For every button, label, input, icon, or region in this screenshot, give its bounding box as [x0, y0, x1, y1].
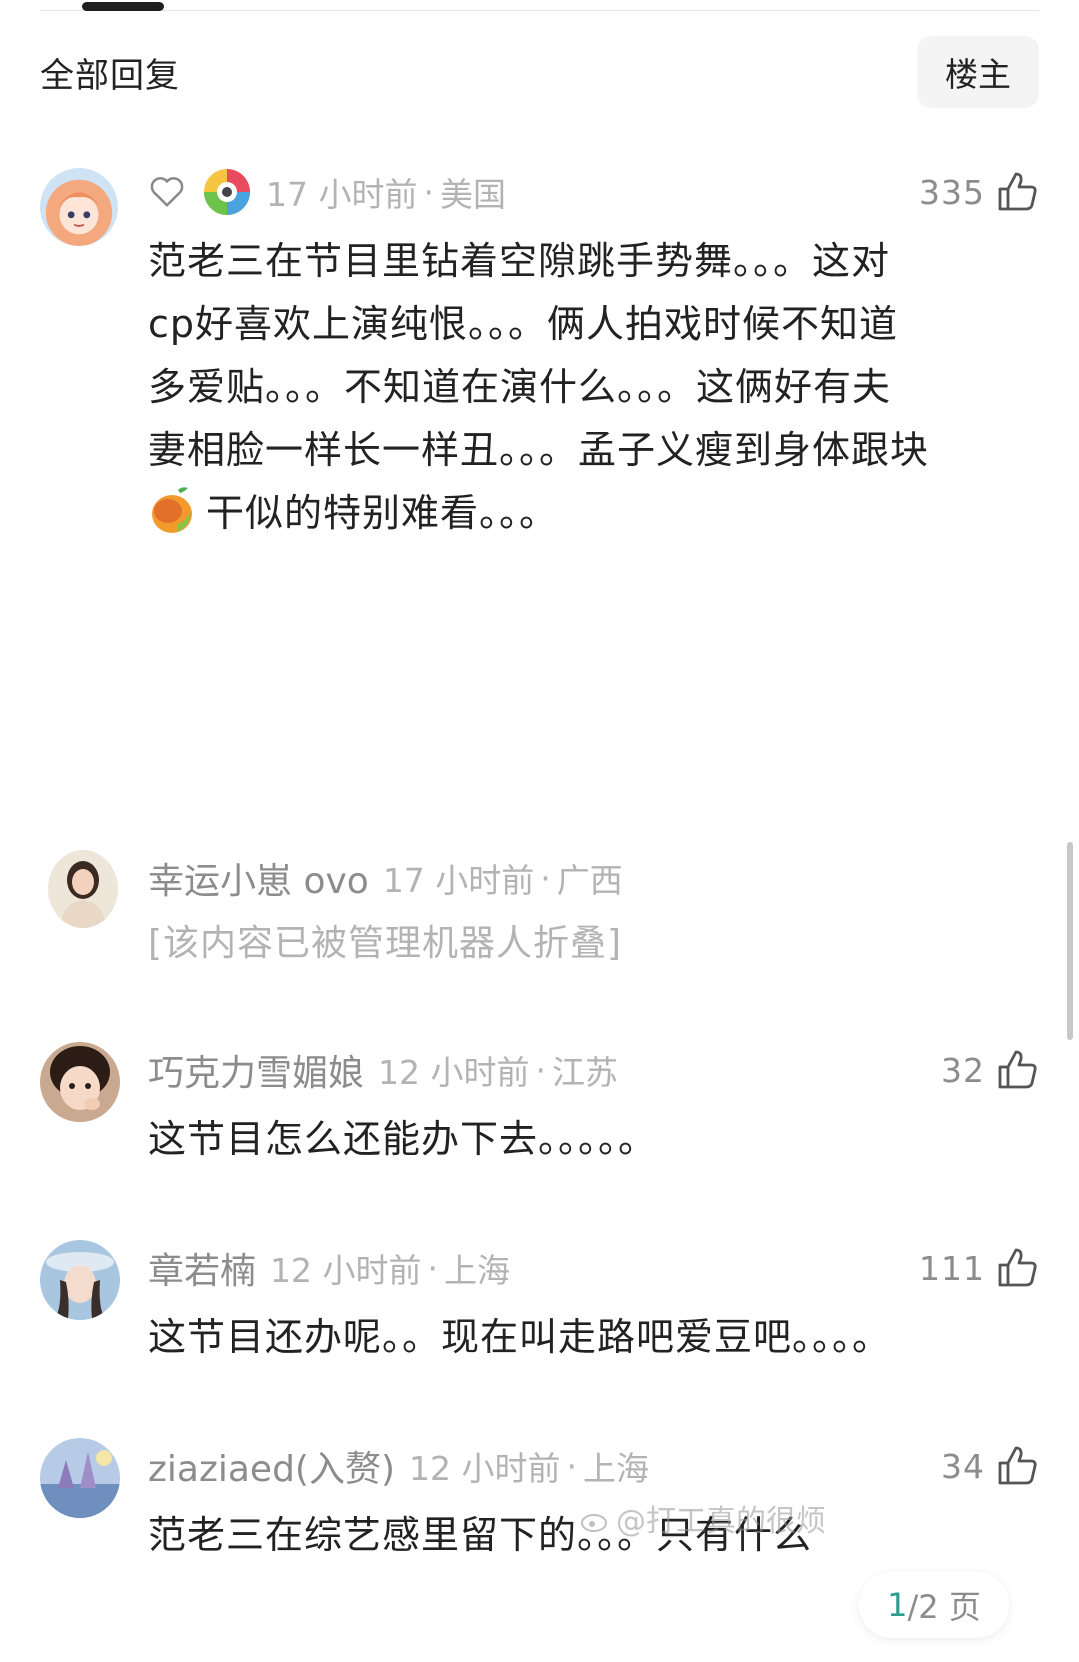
comment-text-line-with-emoji: 干似的特别难看。。。	[148, 482, 1039, 545]
total-pages: /2 页	[907, 1588, 981, 1626]
like-button[interactable]: 32	[941, 1042, 1039, 1098]
like-button[interactable]: 335	[919, 164, 1039, 220]
top-divider	[40, 10, 1039, 11]
painting-avatar-icon	[40, 1438, 120, 1518]
folded-notice[interactable]: [该内容已被管理机器人折叠]	[148, 912, 1039, 975]
thumbs-up-icon	[998, 1248, 1037, 1287]
comment-meta: ziaziaed(入赘) 12 小时前 · 上海	[148, 1438, 649, 1494]
comment-text-line: 妻相脸一样长一样丑。。。孟子义瘦到身体跟块	[148, 428, 930, 472]
avatar[interactable]	[40, 1438, 120, 1518]
separator-dot: ·	[540, 858, 551, 898]
heart-icon[interactable]	[148, 173, 186, 211]
comment-time: 12 小时前	[378, 1053, 530, 1092]
username[interactable]: 巧克力雪媚娘	[148, 1044, 364, 1096]
comment-item: 17 小时前 · 美国 335 范老三在节目里钻着空隙跳手势舞。。。这对 cp好…	[40, 164, 1039, 544]
comment-meta: 巧克力雪媚娘 12 小时前 · 江苏	[148, 1042, 618, 1098]
username[interactable]: ziaziaed(入赘)	[148, 1440, 395, 1492]
comment-text-line: 范老三在节目里钻着空隙跳手势舞。。。这对	[148, 239, 891, 283]
comment-meta: 17 小时前 · 美国	[148, 164, 506, 220]
thumbs-up-icon	[998, 1446, 1037, 1485]
colorful-badge-icon	[204, 169, 250, 215]
user-photo-avatar-icon	[48, 850, 118, 928]
comment-location: 美国	[439, 175, 506, 214]
like-count: 34	[941, 1446, 985, 1486]
comment-time: 17 小时前	[266, 175, 418, 214]
child-photo-avatar-icon	[40, 1042, 120, 1122]
watermark-text: @打工真的很烦	[616, 1504, 826, 1539]
comment-meta: 幸运小崽 ovo 17 小时前 · 广西	[148, 850, 623, 906]
reply-header: 全部回复 楼主	[40, 36, 1039, 108]
avatar[interactable]	[40, 168, 118, 246]
comment-text: 这节目还办呢。。现在叫走路吧爱豆吧。。。。	[148, 1315, 892, 1359]
comment-text: 这节目怎么还能办下去。。。。。	[148, 1117, 658, 1161]
page-indicator[interactable]: 1/2 页	[859, 1572, 1009, 1638]
op-only-button[interactable]: 楼主	[917, 36, 1039, 108]
like-count: 335	[919, 172, 985, 212]
username[interactable]: 幸运小崽 ovo	[148, 852, 369, 904]
comment-meta: 章若楠 12 小时前 · 上海	[148, 1240, 510, 1296]
anime-girl-avatar-icon	[40, 168, 118, 246]
separator-dot: ·	[566, 1446, 578, 1486]
avatar[interactable]	[40, 1042, 120, 1122]
comment-text-tail: 干似的特别难看。。。	[206, 491, 559, 535]
thumbs-up-icon	[998, 172, 1037, 211]
comment-text-line: 多爱贴。。。不知道在演什么。。。这俩好有夫	[148, 365, 892, 409]
like-count: 32	[941, 1050, 985, 1090]
comment-location: 上海	[583, 1449, 649, 1488]
current-page: 1	[887, 1586, 908, 1624]
avatar[interactable]	[40, 1240, 120, 1320]
comment-location: 广西	[556, 861, 623, 900]
comment-text-line: cp好喜欢上演纯恨。。。俩人拍戏时候不知道	[148, 302, 899, 346]
woman-hat-avatar-icon	[40, 1240, 120, 1320]
mango-emoji-icon	[152, 487, 192, 533]
tab-indicator	[82, 2, 164, 11]
comment-time: 12 小时前	[270, 1251, 422, 1290]
comment-item: 幸运小崽 ovo 17 小时前 · 广西 [该内容已被管理机器人折叠]	[40, 850, 1039, 980]
like-count: 111	[919, 1248, 985, 1288]
scrollbar[interactable]	[1067, 842, 1073, 1040]
avatar[interactable]	[48, 850, 118, 928]
separator-dot: ·	[535, 1050, 547, 1090]
comment-time: 17 小时前	[382, 861, 535, 900]
comment-location: 江苏	[552, 1053, 618, 1092]
all-replies-title: 全部回复	[40, 55, 180, 96]
like-button[interactable]: 34	[941, 1438, 1039, 1494]
thumbs-up-icon	[998, 1050, 1037, 1089]
comment-time: 12 小时前	[409, 1449, 561, 1488]
separator-dot: ·	[427, 1248, 439, 1288]
watermark: @打工真的很烦	[580, 1496, 826, 1540]
comment-item: 巧克力雪媚娘 12 小时前 · 江苏 32 这节目怎么还能办下去。。。。。	[40, 1042, 1039, 1172]
separator-dot: ·	[423, 172, 434, 212]
weibo-logo-icon	[581, 1514, 607, 1532]
comment-location: 上海	[444, 1251, 510, 1290]
comment-text: 范老三在节目里钻着空隙跳手势舞。。。这对 cp好喜欢上演纯恨。。。俩人拍戏时候不…	[148, 230, 1039, 545]
comment-item: 章若楠 12 小时前 · 上海 111 这节目还办呢。。现在叫走路吧爱豆吧。。。…	[40, 1240, 1039, 1370]
username[interactable]: 章若楠	[148, 1242, 256, 1294]
like-button[interactable]: 111	[919, 1240, 1039, 1296]
